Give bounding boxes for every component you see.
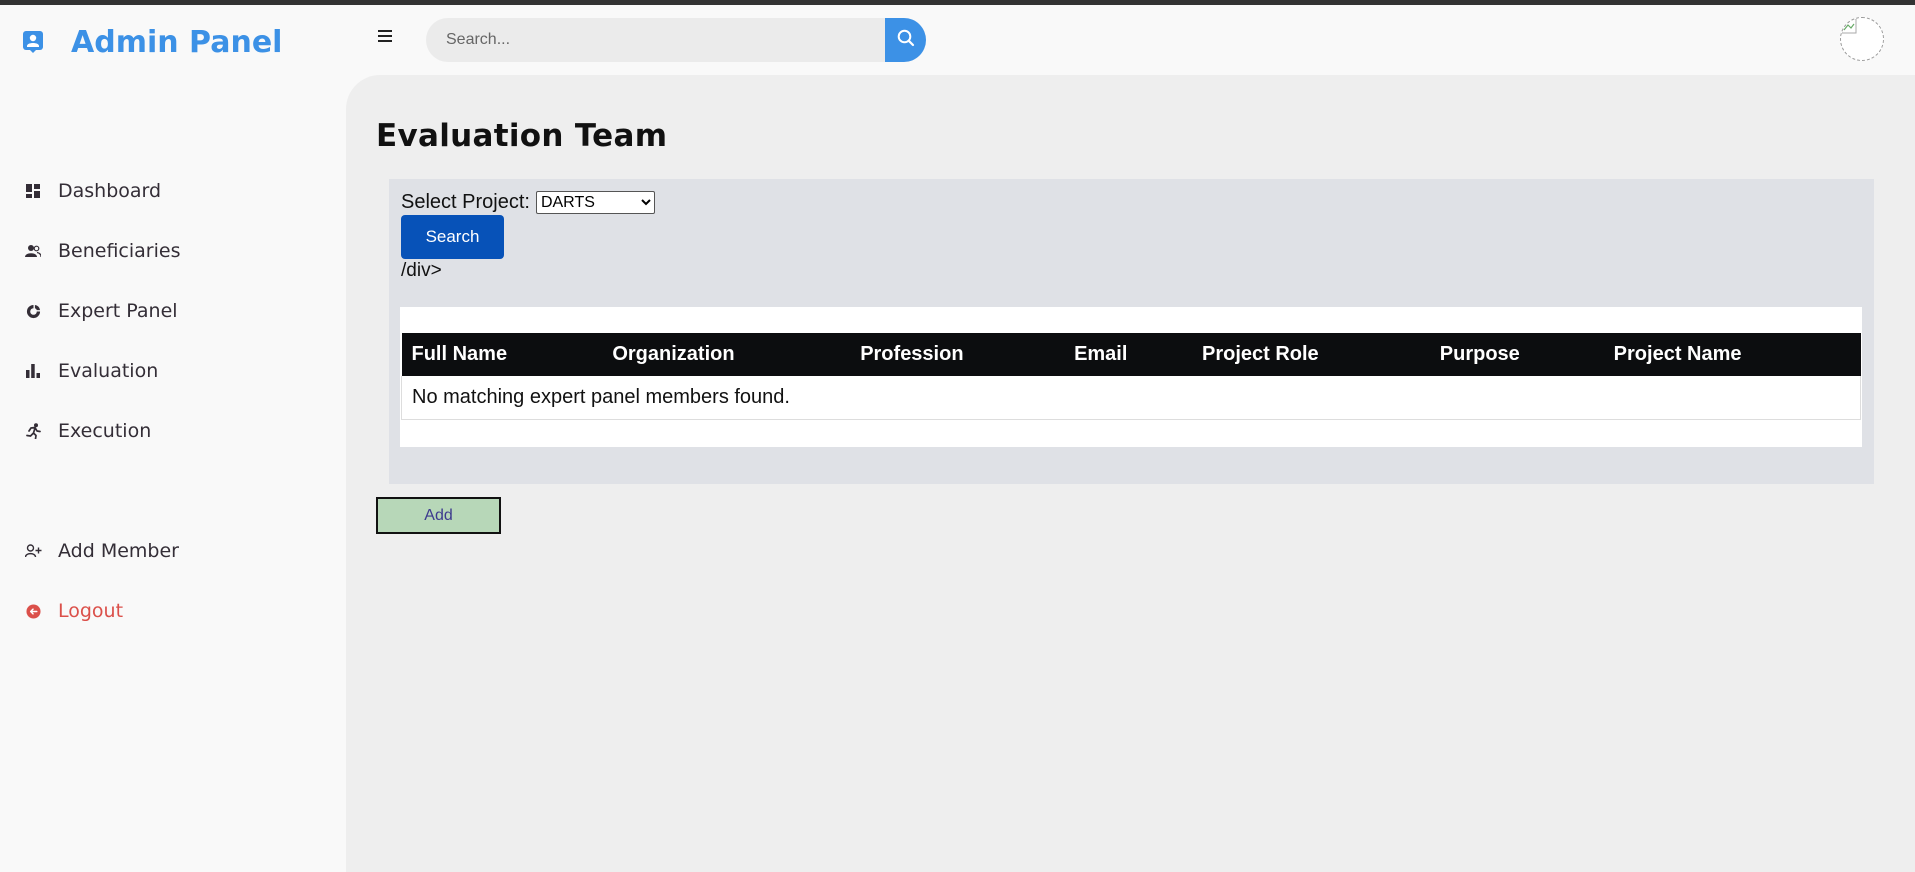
dashboard-icon [24,182,42,200]
sidebar-item-beneficiaries[interactable]: Beneficiaries [24,236,180,266]
sidebar-item-label: Add Member [58,540,179,562]
sidebar-item-add-member[interactable]: Add Member [24,536,179,566]
table-header-row: Full Name Organization Profession Email … [401,333,1861,376]
stray-text: /div> [401,260,442,281]
sidebar-item-label: Evaluation [58,360,159,382]
search-button[interactable] [885,18,926,62]
pie-chart-icon [24,302,42,320]
sidebar-item-label: Beneficiaries [58,240,181,262]
table-row: No matching expert panel members found. [401,376,1861,420]
project-select-row: Select Project: DARTS [401,191,655,214]
search-input[interactable] [426,18,885,62]
empty-message: No matching expert panel members found. [401,376,1861,420]
people-icon [24,242,42,260]
column-organization: Organization [612,343,735,365]
members-table: Full Name Organization Profession Email … [401,333,1861,420]
column-project-name: Project Name [1613,343,1742,365]
column-purpose: Purpose [1439,343,1520,365]
sidebar-item-label: Expert Panel [58,300,178,322]
avatar[interactable] [1840,17,1884,61]
column-full-name: Full Name [411,343,508,365]
hamburger-icon[interactable] [378,28,394,44]
sidebar-item-label: Dashboard [58,180,162,202]
column-project-role: Project Role [1201,343,1319,365]
sidebar-item-execution[interactable]: Execution [24,416,151,446]
sidebar-item-logout[interactable]: Logout [24,596,123,626]
bar-chart-icon [24,362,42,380]
user-badge-icon [20,29,46,55]
project-select[interactable]: DARTS [535,191,655,214]
search-icon [897,29,915,52]
add-button[interactable]: Add [376,497,501,534]
sidebar-item-label: Execution [58,420,152,442]
brand[interactable]: Admin Panel [20,24,282,60]
top-border [0,0,1915,5]
add-user-icon [24,542,42,560]
search-project-button[interactable]: Search [401,215,504,259]
logout-icon [24,602,42,620]
page-title: Evaluation Team [376,118,668,154]
column-email: Email [1074,343,1128,365]
sidebar-item-evaluation[interactable]: Evaluation [24,356,158,386]
search-form [426,18,926,62]
brand-title: Admin Panel [71,24,283,60]
sidebar-item-dashboard[interactable]: Dashboard [24,176,161,206]
running-icon [24,422,42,440]
column-profession: Profession [860,343,964,365]
sidebar-item-expert-panel[interactable]: Expert Panel [24,296,178,326]
select-project-label: Select Project: [401,191,530,213]
sidebar-item-label: Logout [58,600,124,622]
